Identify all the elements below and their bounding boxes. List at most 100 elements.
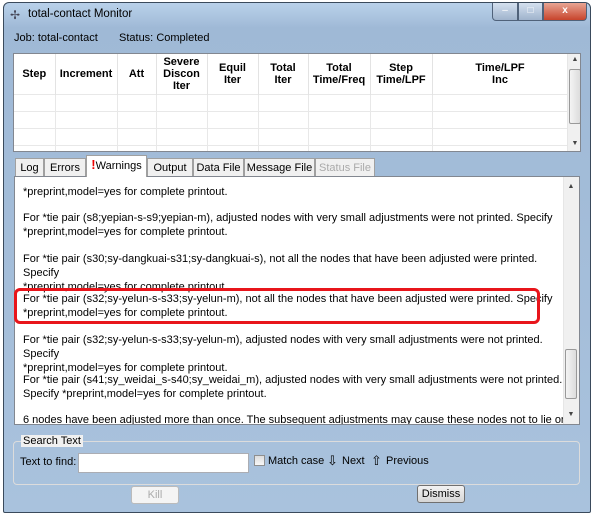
column-header-line: Iter [172,79,191,92]
table-cell [258,93,309,111]
scroll-up-icon[interactable]: ▲ [564,183,578,190]
column-header-line: Discon [163,67,200,80]
table-row [14,110,569,128]
column-header-line: Severe [163,55,200,68]
maximize-button[interactable]: □ [518,3,543,21]
message-line: For *tie pair (s30;sy-dangkuai-s31;sy-da… [23,253,538,279]
table-cell [207,144,259,151]
column-header-line: Total [270,61,296,74]
highlight-annotation [14,288,540,324]
table-cell [14,93,56,111]
column-header-line: Time/LPF [376,73,426,86]
job-label: Job: [14,32,35,44]
table-cell [156,93,208,111]
scroll-up-icon[interactable]: ▲ [568,56,580,63]
table-cell [308,127,371,145]
column-header-line: Iter [274,73,292,86]
table-cell [156,144,208,151]
table-cell [14,127,56,145]
table-cell [308,144,371,151]
minimize-button[interactable]: – [492,3,518,21]
column-header[interactable]: Total Time/Freq [308,54,371,94]
find-label: Text to find: [20,456,77,468]
column-header-line: Step [389,61,413,74]
message-line: For *tie pair (s32;sy-yelun-s-s33;sy-yel… [23,334,543,360]
tab-message-file[interactable]: Message File [244,158,315,177]
tab-data-file[interactable]: Data File [193,158,244,177]
scroll-down-icon[interactable]: ▼ [564,411,578,418]
column-header[interactable]: Step Time/LPF [370,54,433,94]
table-cell [207,93,259,111]
message-line: Specify *preprint,model=yes for complete… [23,388,267,400]
job-value: total-contact [37,32,98,44]
table-cell [55,93,118,111]
column-header[interactable]: Time/LPF Inc [432,54,569,94]
message-line: *preprint,model=yes for complete printou… [23,226,228,238]
status-value: Completed [156,32,210,44]
table-cell [156,110,208,128]
message-line: For *tie pair (s8;yepian-s-s9;yepian-m),… [23,212,553,224]
table-cell [156,127,208,145]
close-button[interactable]: x [543,3,587,21]
table-cell [258,110,309,128]
scroll-thumb[interactable] [569,69,580,124]
table-cell [308,93,371,111]
warning-message: *preprint,model=yes for complete printou… [23,185,563,199]
dismiss-button[interactable]: Dismiss [417,485,465,503]
app-icon: ✢ [10,8,21,22]
job-info: Job: total-contact [14,32,98,44]
table-cell [207,110,259,128]
table-cell [432,93,569,111]
scroll-down-icon[interactable]: ▼ [568,140,580,147]
tab-label: Message File [246,162,313,174]
warning-message: For *tie pair (s32;sy-yelun-s-s33;sy-yel… [23,333,563,375]
table-cell [370,110,433,128]
column-header-line: Time/Freq [312,73,366,86]
table-scrollbar[interactable]: ▲ ▼ [567,54,580,151]
title-bar[interactable]: ✢ total-contact Monitor – □ x [4,3,590,27]
column-header[interactable]: Severe Discon Iter [156,54,208,94]
column-header[interactable]: Step [14,54,56,94]
tab-output[interactable]: Output [147,158,193,177]
kill-button[interactable]: Kill [131,486,179,504]
search-group-label: Search Text [21,435,83,447]
column-header-line: Inc [492,73,508,86]
table-cell [14,144,56,151]
column-header[interactable]: Equil Iter [207,54,259,94]
table-cell [308,110,371,128]
tab-warnings[interactable]: !Warnings [86,155,147,177]
column-header[interactable]: Att [117,54,157,94]
find-input[interactable] [78,453,249,473]
column-header-line: Time/LPF [475,61,525,74]
status-info: Status: Completed [119,32,210,44]
table-cell [370,127,433,145]
next-button[interactable]: Next [342,455,365,467]
tab-label: Log [20,162,39,174]
warning-message: For *tie pair (s41;sy_weidai_s-s40;sy_we… [23,373,563,401]
table-row [14,127,569,145]
message-line: *preprint,model=yes for complete printou… [23,186,228,198]
tab-log[interactable]: Log [15,158,44,177]
arrow-down-icon[interactable]: ⇩ [327,453,338,469]
table-cell [117,110,157,128]
tab-label: Status File [319,162,371,174]
tab-label: Output [153,162,187,174]
arrow-up-icon[interactable]: ⇧ [371,453,382,469]
column-header[interactable]: Total Iter [258,54,309,94]
column-header[interactable]: Increment [55,54,118,94]
match-case-label[interactable]: Match case [268,455,324,467]
tab-label: Data File [196,162,241,174]
warning-message: For *tie pair (s8;yepian-s-s9;yepian-m),… [23,211,563,239]
status-label: Status: [119,32,154,44]
message-line: 6 nodes have been adjusted more than onc… [23,414,563,425]
table-cell [432,144,569,151]
tab-errors[interactable]: Errors [44,158,86,177]
table-cell [432,110,569,128]
scroll-thumb[interactable] [565,349,577,399]
column-header-line: Total [326,61,352,74]
progress-table: Step Increment Att Severe Discon Iter Equil Ite… [13,53,581,152]
text-scrollbar[interactable]: ▲ ▼ [563,177,579,424]
previous-button[interactable]: Previous [386,455,429,467]
match-case-checkbox[interactable] [254,455,265,466]
tab-label: Warnings [95,160,142,172]
